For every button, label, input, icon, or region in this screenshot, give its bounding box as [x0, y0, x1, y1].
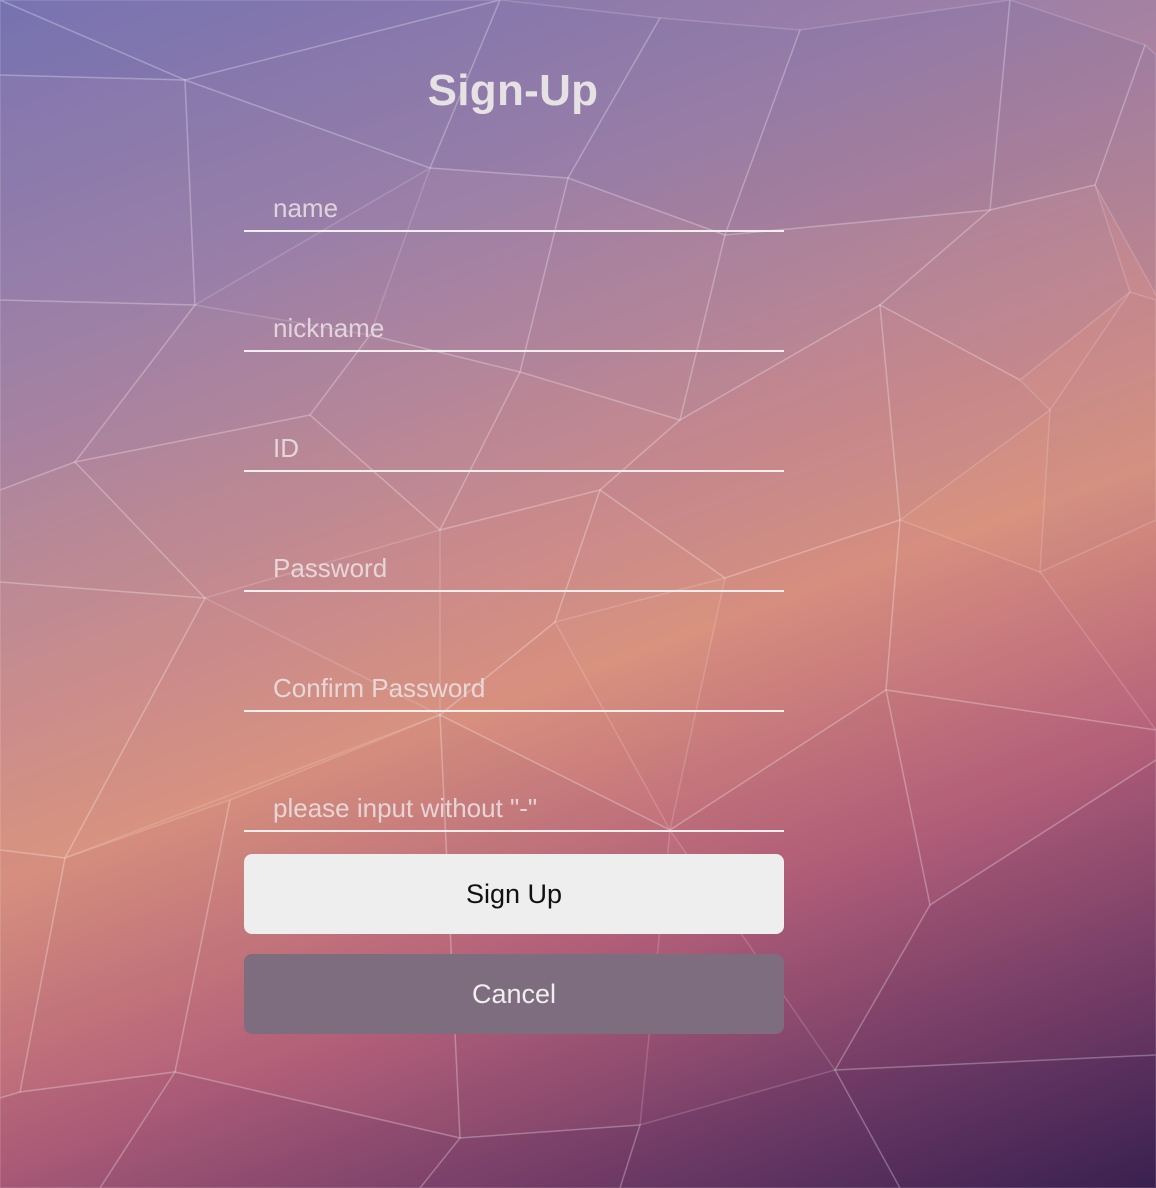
- nickname-field[interactable]: [244, 306, 784, 352]
- page-title: Sign-Up: [427, 66, 599, 115]
- cancel-button[interactable]: Cancel: [244, 954, 784, 1034]
- password-field[interactable]: [244, 546, 784, 592]
- confirm-password-field[interactable]: [244, 666, 784, 712]
- name-field[interactable]: [244, 186, 784, 232]
- phone-field[interactable]: [244, 786, 784, 832]
- id-field[interactable]: [244, 426, 784, 472]
- sign-up-button[interactable]: Sign Up: [244, 854, 784, 934]
